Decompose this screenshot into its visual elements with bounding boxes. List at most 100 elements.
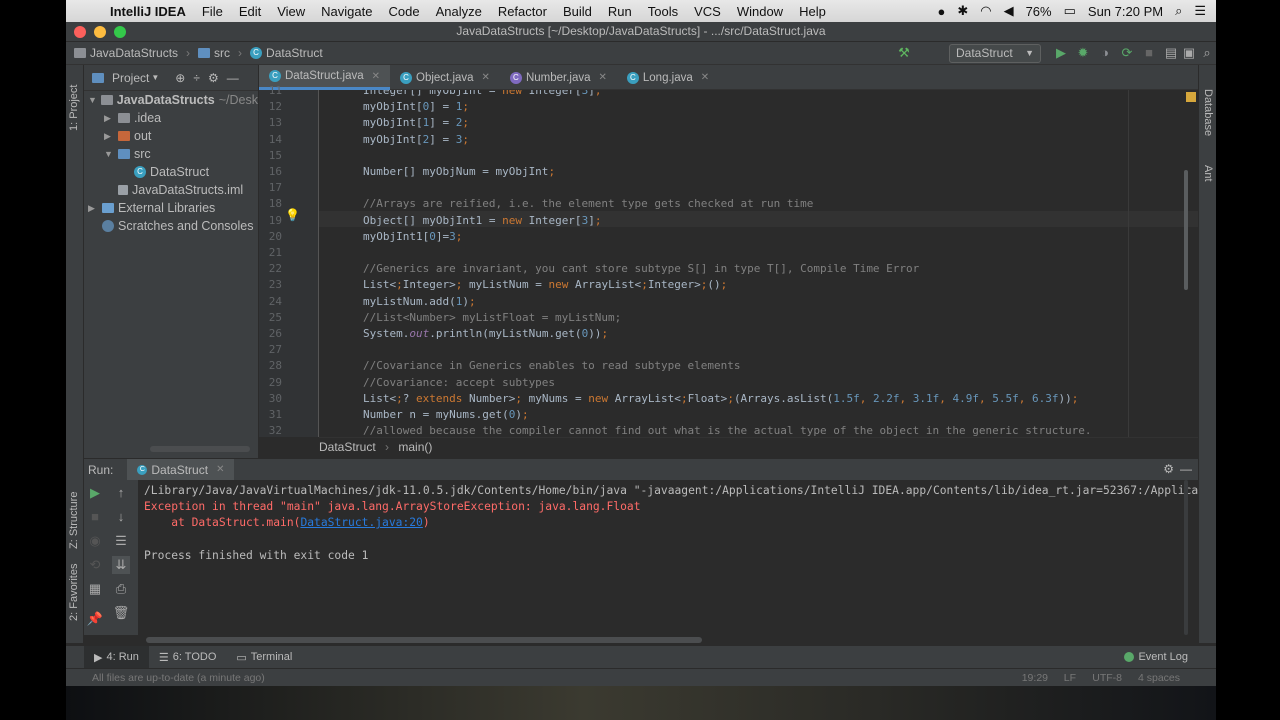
- code-line[interactable]: Number[] myObjNum = myObjInt;: [363, 165, 555, 178]
- code-line[interactable]: System.out.println(myListNum.get(0));: [363, 327, 608, 340]
- lightbulb-icon[interactable]: 💡: [285, 208, 300, 222]
- minimize-icon[interactable]: —: [1180, 462, 1192, 476]
- code-line[interactable]: myObjInt[2] = 3;: [363, 133, 469, 146]
- tree-item[interactable]: ▼ src: [84, 145, 258, 163]
- stacktrace-link[interactable]: DataStruct.java:20: [300, 516, 422, 529]
- locate-icon[interactable]: ⊕: [175, 71, 185, 85]
- layout-icon[interactable]: ▦: [86, 580, 104, 598]
- tree-item[interactable]: Scratches and Consoles: [84, 217, 258, 235]
- menu-analyze[interactable]: Analyze: [428, 4, 490, 19]
- console-horizontal-scrollbar[interactable]: [146, 637, 702, 643]
- menu-run[interactable]: Run: [600, 4, 640, 19]
- menu-build[interactable]: Build: [555, 4, 600, 19]
- menu-help[interactable]: Help: [791, 4, 834, 19]
- code-line[interactable]: myListNum.add(1);: [363, 295, 476, 308]
- tool-project[interactable]: 1: Project: [68, 85, 80, 131]
- battery-icon[interactable]: ▭: [1064, 3, 1076, 19]
- menu-navigate[interactable]: Navigate: [313, 4, 380, 19]
- code-line[interactable]: //List<Number> myListFloat = myListNum;: [363, 311, 621, 324]
- zoom-window-button[interactable]: [114, 26, 126, 38]
- up-arrow-icon[interactable]: ↑: [112, 484, 130, 502]
- menu-tools[interactable]: Tools: [640, 4, 686, 19]
- restore-layout-icon[interactable]: ⟲: [86, 556, 104, 574]
- nav-crumb-class[interactable]: DataStruct: [266, 46, 323, 60]
- expand-arrow-icon[interactable]: ▶: [104, 109, 114, 127]
- analysis-warning-icon[interactable]: [1186, 92, 1196, 102]
- project-scrollbar[interactable]: [150, 446, 250, 452]
- wifi-icon[interactable]: ◠: [980, 3, 991, 19]
- file-encoding[interactable]: UTF-8: [1092, 669, 1122, 687]
- soft-wrap-icon[interactable]: ☰: [112, 532, 130, 550]
- nav-crumb-src[interactable]: src: [214, 46, 230, 60]
- search-icon[interactable]: ⌕: [1200, 46, 1214, 60]
- print-icon[interactable]: ⎙: [112, 580, 130, 598]
- menu-refactor[interactable]: Refactor: [490, 4, 555, 19]
- chevron-down-icon[interactable]: ▼: [151, 73, 159, 82]
- wechat-icon[interactable]: ●: [937, 4, 945, 19]
- code-line[interactable]: List<;Integer>; myListNum = new ArrayLis…: [363, 278, 727, 291]
- code-line[interactable]: myObjInt[1] = 2;: [363, 116, 469, 129]
- tool-structure[interactable]: Z: Structure: [68, 492, 80, 549]
- console-vertical-scrollbar[interactable]: [1184, 480, 1188, 635]
- project-view-select[interactable]: Project: [112, 71, 149, 85]
- profile-icon[interactable]: ⟳: [1120, 46, 1134, 60]
- menu-window[interactable]: Window: [729, 4, 791, 19]
- scroll-to-end-icon[interactable]: ⇊: [112, 556, 130, 574]
- project-structure-icon[interactable]: ▤: [1164, 46, 1178, 60]
- editor-gutter[interactable]: 💡 11 12 13 14 15 16 17 18 19 20 21 22 23 24 25 26 27 28 29…: [259, 84, 319, 437]
- indent-setting[interactable]: 4 spaces: [1138, 669, 1180, 687]
- code-editor[interactable]: Integer[] myObjInt = new Integer[3]; myOb…: [319, 90, 1198, 437]
- close-icon[interactable]: ✕: [216, 459, 224, 481]
- tree-item[interactable]: ▶ .idea: [84, 109, 258, 127]
- close-icon[interactable]: ✕: [372, 71, 380, 82]
- close-window-button[interactable]: [74, 26, 86, 38]
- code-line[interactable]: //Covariance in Generics enables to read…: [363, 359, 741, 372]
- tool-terminal[interactable]: ▭ Terminal: [226, 646, 302, 669]
- code-line[interactable]: Integer[] myObjInt = new Integer[3];: [363, 90, 601, 97]
- code-line[interactable]: //Generics are invariant, you cant store…: [363, 262, 919, 275]
- tree-item[interactable]: C DataStruct: [84, 163, 258, 181]
- run-configuration-select[interactable]: DataStruct ▼: [949, 44, 1041, 63]
- code-line[interactable]: //Covariance: accept subtypes: [363, 376, 555, 389]
- tool-favorites[interactable]: 2: Favorites: [68, 564, 80, 621]
- rerun-icon[interactable]: ▶: [86, 484, 104, 502]
- code-line[interactable]: Object[] myObjInt1 = new Integer[3];: [363, 214, 601, 227]
- gear-icon[interactable]: ⚙: [1163, 462, 1174, 476]
- bluetooth-icon[interactable]: ✱: [957, 3, 968, 19]
- stop-icon[interactable]: ■: [1142, 46, 1156, 60]
- tab-long-java[interactable]: C Long.java ✕: [617, 65, 719, 90]
- camera-icon[interactable]: ◉: [86, 532, 104, 550]
- nav-crumb-project[interactable]: JavaDataStructs: [90, 46, 178, 60]
- battery-text[interactable]: 76%: [1026, 4, 1052, 19]
- stop-icon[interactable]: ■: [86, 508, 104, 526]
- tool-run[interactable]: ▶ 4: Run: [84, 645, 149, 669]
- tool-database[interactable]: Database: [1202, 89, 1214, 136]
- code-line[interactable]: myObjInt[0] = 1;: [363, 100, 469, 113]
- tree-item[interactable]: ▶ out: [84, 127, 258, 145]
- editor-scrollbar[interactable]: [1184, 170, 1188, 290]
- tree-item[interactable]: JavaDataStructs.iml: [84, 181, 258, 199]
- tab-object-java[interactable]: C Object.java ✕: [390, 65, 500, 90]
- spotlight-icon[interactable]: ⌕: [1175, 3, 1182, 19]
- layout-icon[interactable]: ▣: [1182, 46, 1196, 60]
- coverage-icon[interactable]: ◑: [1098, 46, 1112, 60]
- run-tab-datastruct[interactable]: C DataStruct ✕: [127, 458, 235, 481]
- build-hammer-icon[interactable]: ⚒: [897, 46, 911, 60]
- close-icon[interactable]: ✕: [599, 72, 607, 83]
- gear-icon[interactable]: ⚙: [208, 71, 219, 85]
- menu-view[interactable]: View: [269, 4, 313, 19]
- tab-number-java[interactable]: C Number.java ✕: [500, 65, 617, 90]
- clock[interactable]: Sun 7:20 PM: [1088, 4, 1163, 19]
- menu-edit[interactable]: Edit: [231, 4, 269, 19]
- minimize-window-button[interactable]: [94, 26, 106, 38]
- expand-arrow-icon[interactable]: ▼: [104, 145, 114, 163]
- tree-item[interactable]: ▼ JavaDataStructs ~/Desk: [84, 91, 258, 109]
- expand-arrow-icon[interactable]: ▼: [88, 91, 97, 109]
- hide-icon[interactable]: —: [227, 71, 239, 85]
- menu-file[interactable]: File: [194, 4, 231, 19]
- caret-position[interactable]: 19:29: [1022, 669, 1048, 687]
- code-line[interactable]: //allowed because the compiler cannot fi…: [363, 424, 1091, 437]
- run-console[interactable]: /Library/Java/JavaVirtualMachines/jdk-11…: [138, 480, 1198, 635]
- collapse-icon[interactable]: ÷: [193, 71, 200, 85]
- tool-ant[interactable]: Ant: [1202, 165, 1214, 182]
